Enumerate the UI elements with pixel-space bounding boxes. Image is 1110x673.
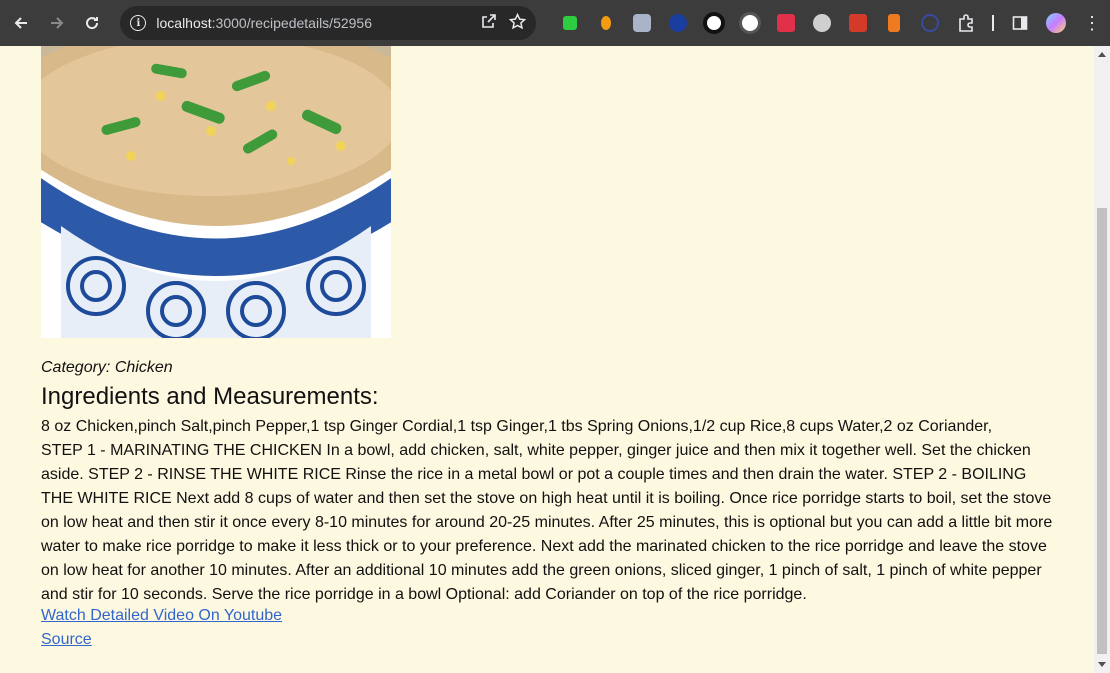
url-text: localhost:3000/recipedetails/52956 [156,15,372,31]
info-icon[interactable]: i [124,9,152,37]
extensions-puzzle-icon[interactable] [948,5,984,41]
reload-icon[interactable] [75,5,111,41]
instructions-text: STEP 1 - MARINATING THE CHICKEN In a bow… [41,442,1053,603]
side-panel-icon[interactable] [1002,5,1038,41]
page-content: Category: Chicken Ingredients and Measur… [0,46,1094,673]
address-bar[interactable]: i localhost:3000/recipedetails/52956 [120,6,536,40]
back-arrow-icon[interactable] [3,5,39,41]
extension-lock-icon[interactable] [696,5,732,41]
bookmark-star-icon[interactable] [508,12,527,34]
extension-eyedropper-icon[interactable] [552,5,588,41]
source-link[interactable]: Source [41,631,92,649]
extension-shield-icon[interactable] [624,5,660,41]
youtube-video-link[interactable]: Watch Detailed Video On Youtube [41,607,282,625]
ingredients-list: 8 oz Chicken,pinch Salt,pinch Pepper,1 t… [41,418,993,435]
recipe-category: Category: Chicken [41,359,173,376]
browser-toolbar: i localhost:3000/recipedetails/52956 ⋮ [0,0,1110,46]
extensions-bar: ⋮ [552,5,1110,41]
extension-blue-circle-icon[interactable] [660,5,696,41]
toolbar-divider [992,15,994,31]
extension-orange-figure-icon[interactable] [876,5,912,41]
extension-flame-icon[interactable] [588,5,624,41]
scroll-up-icon[interactable] [1098,52,1106,57]
profile-avatar[interactable] [1038,5,1074,41]
ingredients-heading: Ingredients and Measurements: [41,383,379,410]
forward-arrow-icon[interactable] [39,5,75,41]
extension-red-puzzle-icon[interactable] [840,5,876,41]
open-external-icon[interactable] [481,13,497,33]
scrollbar-thumb[interactable] [1097,208,1107,654]
scroll-down-icon[interactable] [1098,662,1106,667]
extension-grey-circle-icon[interactable] [804,5,840,41]
extension-red-square-icon[interactable] [768,5,804,41]
vertical-scrollbar[interactable] [1094,46,1110,673]
recipe-image [41,46,391,338]
kebab-menu-icon[interactable]: ⋮ [1074,13,1110,34]
extension-a-icon[interactable] [912,5,948,41]
extension-duckduckgo-icon[interactable] [732,5,768,41]
